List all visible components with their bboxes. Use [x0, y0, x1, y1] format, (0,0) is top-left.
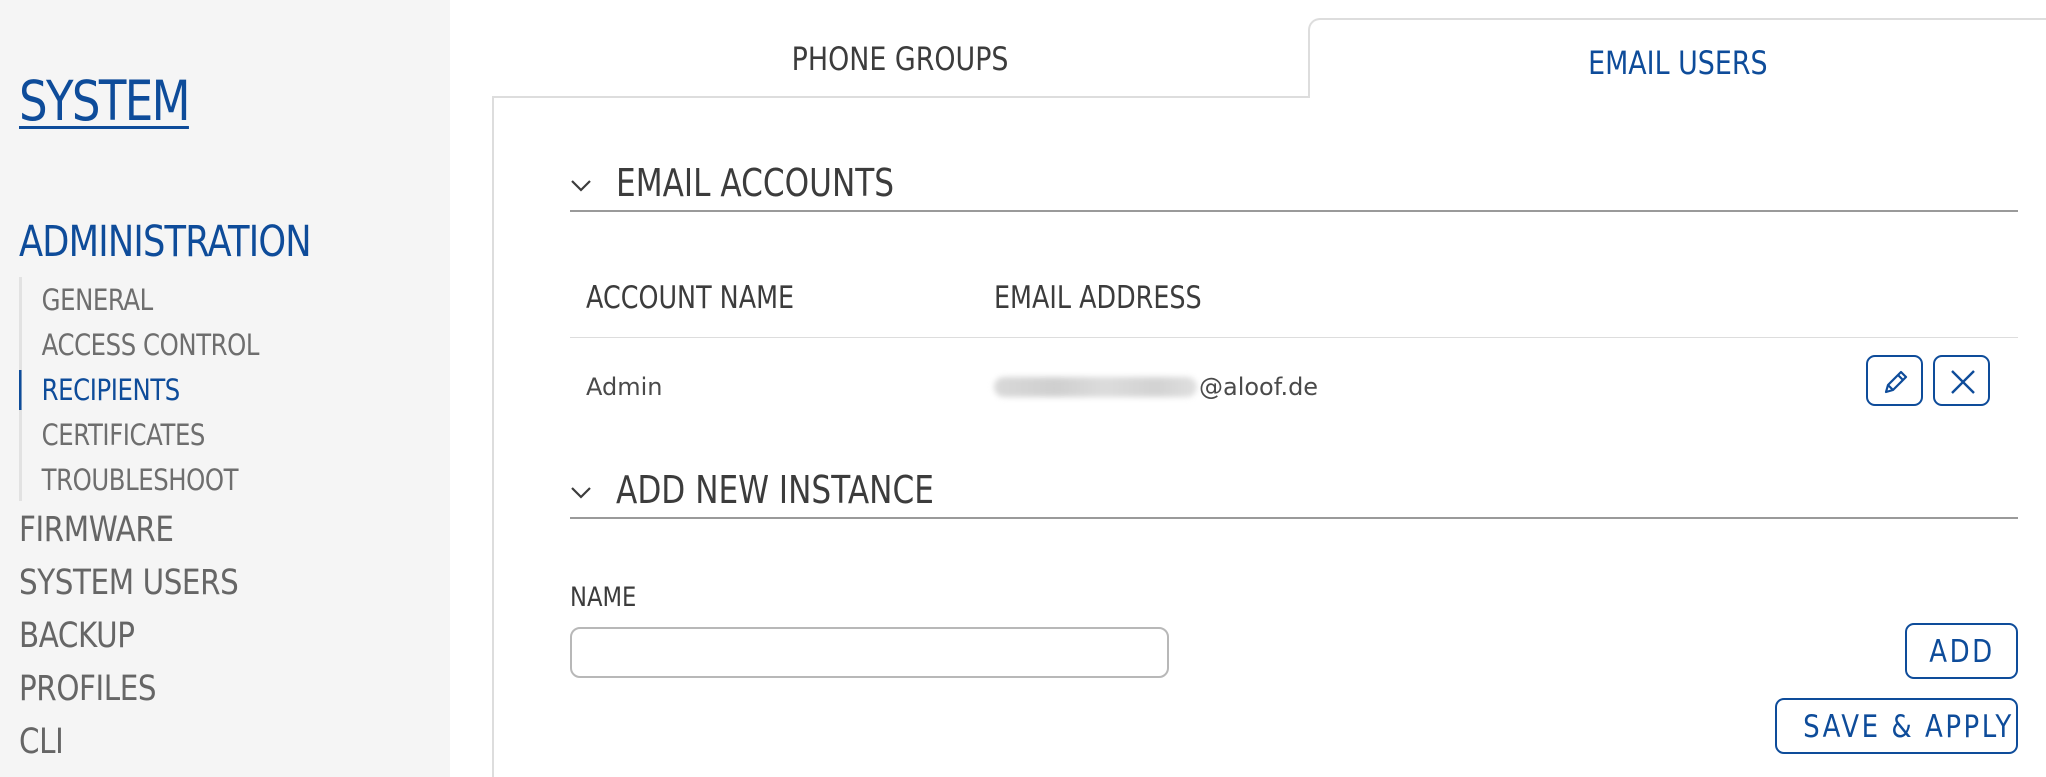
sidebar-subitem-troubleshoot[interactable]: TROUBLESHOOT	[19, 460, 239, 500]
save-apply-button[interactable]: SAVE & APPLY	[1775, 698, 2018, 754]
tab-phone-groups[interactable]: PHONE GROUPS	[492, 34, 1308, 84]
chevron-down-icon[interactable]	[570, 174, 592, 196]
tab-email-users-label: EMAIL USERS	[1588, 44, 1768, 82]
sidebar-item-profiles[interactable]: PROFILES	[19, 666, 157, 712]
sidebar-item-backup[interactable]: BACKUP	[19, 613, 135, 659]
sidebar-item-cli[interactable]: CLI	[19, 719, 64, 765]
delete-button[interactable]	[1933, 355, 1990, 406]
edit-button[interactable]	[1866, 355, 1923, 406]
sidebar: SYSTEM ADMINISTRATION GENERAL ACCESS CON…	[0, 0, 450, 777]
add-button[interactable]: ADD	[1905, 623, 2018, 679]
cell-email-address: @aloof.de	[994, 369, 1318, 405]
sidebar-section-administration[interactable]: ADMINISTRATION	[19, 221, 312, 264]
panel-left-border	[492, 96, 494, 777]
column-header-account-name: ACCOUNT NAME	[586, 280, 795, 316]
column-header-email-address: EMAIL ADDRESS	[994, 280, 1202, 316]
administration-subnav: GENERAL ACCESS CONTROL RECIPIENTS CERTIF…	[19, 277, 322, 501]
sidebar-subitem-access-control[interactable]: ACCESS CONTROL	[19, 325, 260, 365]
sidebar-title-system[interactable]: SYSTEM	[19, 74, 191, 129]
sidebar-item-system-users[interactable]: SYSTEM USERS	[19, 560, 239, 606]
redacted-email-blur	[994, 377, 1197, 397]
sidebar-item-firmware[interactable]: FIRMWARE	[19, 507, 174, 553]
pencil-icon	[1884, 370, 1908, 394]
tab-bar-baseline	[492, 96, 1310, 98]
chevron-down-icon[interactable]	[570, 481, 592, 503]
tab-email-users[interactable]: EMAIL USERS	[1308, 18, 2046, 98]
email-accounts-title: EMAIL ACCOUNTS	[616, 161, 895, 205]
table-header-divider	[570, 337, 2018, 338]
email-accounts-header: EMAIL ACCOUNTS	[570, 160, 2018, 212]
save-apply-label: SAVE & APPLY	[1803, 709, 2014, 745]
email-domain-text: @aloof.de	[1199, 373, 1319, 401]
sidebar-subitem-certificates[interactable]: CERTIFICATES	[19, 415, 206, 455]
name-input[interactable]	[570, 627, 1169, 678]
name-field-label: NAME	[570, 582, 637, 613]
add-button-label: ADD	[1928, 634, 1995, 670]
sidebar-subitem-general[interactable]: GENERAL	[19, 280, 154, 320]
close-icon	[1951, 370, 1975, 394]
cell-account-name: Admin	[586, 373, 663, 401]
sidebar-subitem-recipients[interactable]: RECIPIENTS	[19, 370, 180, 410]
add-instance-header: ADD NEW INSTANCE	[570, 467, 2018, 519]
add-instance-title: ADD NEW INSTANCE	[616, 468, 934, 512]
tab-phone-groups-label: PHONE GROUPS	[791, 40, 1009, 78]
